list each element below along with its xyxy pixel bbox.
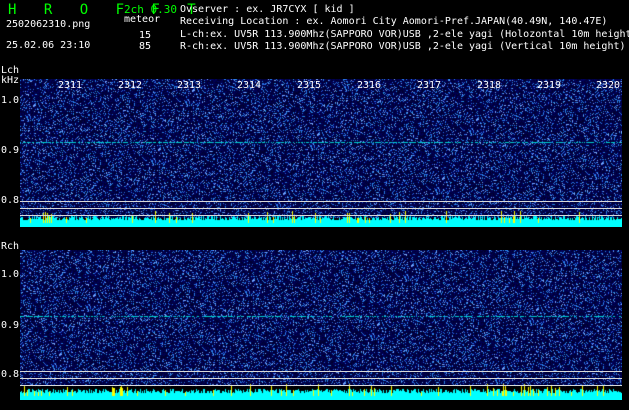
rch-ytick-0-8: 0.8 [1, 369, 20, 380]
rch-meteor-count: 85 [139, 41, 152, 52]
lch-xtick-2320: 2320 [596, 80, 621, 91]
lch-xtick-2317: 2317 [417, 80, 442, 91]
lch-level-baseline [20, 215, 622, 216]
lch-xtick-2315: 2315 [297, 80, 322, 91]
datetime-label: 25.02.06 23:10 [6, 40, 91, 51]
lch-unit: kHz [1, 75, 20, 86]
location-info: Receiving Location : ex. Aomori City Aom… [180, 16, 608, 27]
lch-xtick-2311: 2311 [58, 80, 83, 91]
rch-level-baseline [20, 378, 622, 379]
lch-xtick-2312: 2312 [118, 80, 143, 91]
rch-info: R-ch:ex. UV5R 113.900Mhz(SAPPORO VOR)USB… [180, 41, 626, 52]
lch-ytick-1-0: 1.0 [1, 95, 20, 106]
lch-ytick-0-9: 0.9 [1, 145, 20, 156]
rch-level-baseline [20, 385, 622, 386]
lch-xtick-2318: 2318 [477, 80, 502, 91]
rch-ytick-1-0: 1.0 [1, 269, 20, 280]
lch-xtick-2319: 2319 [537, 80, 562, 91]
rch-ytick-0-9: 0.9 [1, 320, 20, 331]
rch-label: Rch [1, 241, 20, 252]
meteor-label: meteor [124, 14, 161, 25]
lch-meteor-count: 15 [139, 30, 152, 41]
lch-xtick-2316: 2316 [357, 80, 382, 91]
observer-info: Ovserver : ex. JR7CYX [ kid ] [180, 4, 355, 15]
lch-xtick-2313: 2313 [177, 80, 202, 91]
lch-level-baseline [20, 208, 622, 209]
rch-level-baseline [20, 371, 622, 372]
filename-label: 2502062310.png [6, 19, 91, 30]
lch-info: L-ch:ex. UV5R 113.900Mhz(SAPPORO VOR)USB… [180, 29, 629, 40]
lch-xtick-2314: 2314 [237, 80, 262, 91]
lch-level-baseline [20, 201, 622, 202]
lch-ytick-0-8: 0.8 [1, 195, 20, 206]
